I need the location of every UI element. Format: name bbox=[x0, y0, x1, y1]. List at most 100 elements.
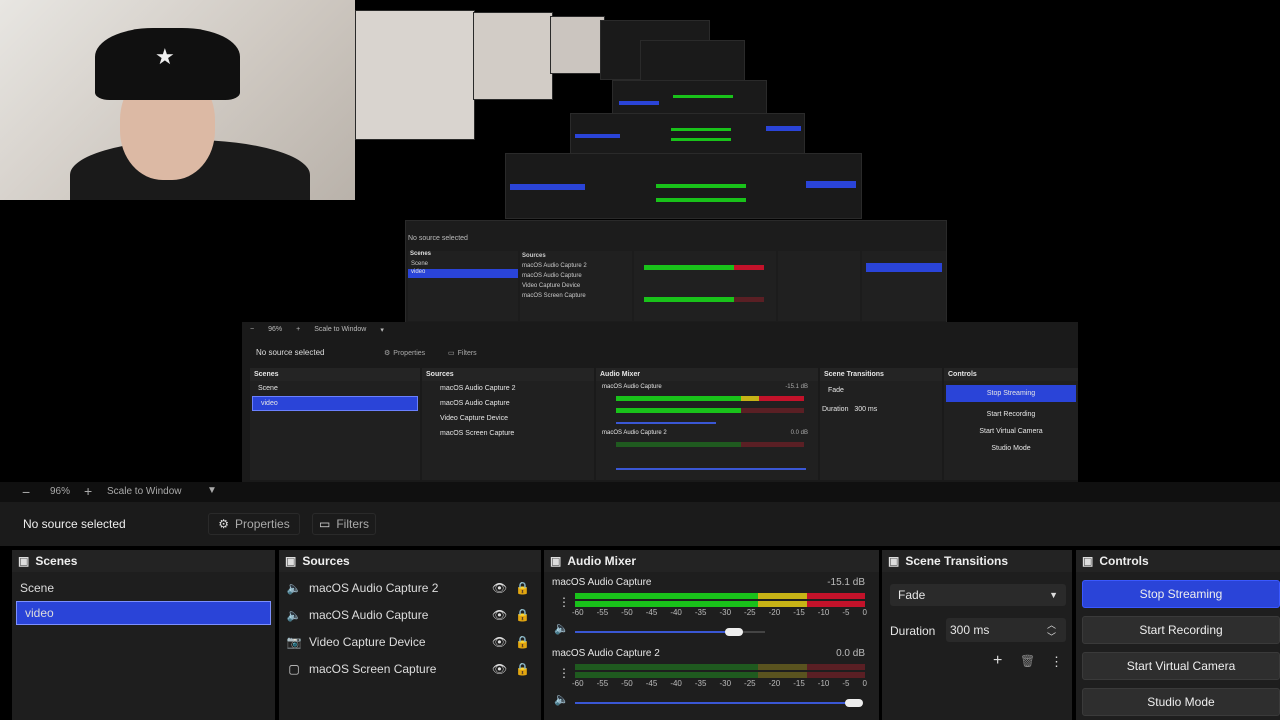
source-row[interactable]: 🔈 macOS Audio Capture 👁 🔒 bbox=[279, 601, 541, 628]
volume-slider-track[interactable] bbox=[575, 631, 735, 633]
eye-icon[interactable]: 👁 bbox=[492, 662, 507, 676]
scale-tick-label: -20 bbox=[768, 679, 781, 688]
chevron-down-icon: ▼ bbox=[1049, 590, 1058, 600]
level-meter bbox=[575, 601, 865, 607]
scale-mode[interactable]: Scale to Window bbox=[107, 486, 181, 497]
context-bar: No source selected ⚙ Properties ▭ Filters bbox=[0, 502, 1280, 546]
level-meter bbox=[575, 672, 865, 678]
lock-icon[interactable]: 🔒 bbox=[515, 635, 530, 649]
audio-mixer-dock: ▣ Audio Mixer macOS Audio Capture -15.1 d… bbox=[544, 550, 879, 720]
scale-tick-label: -5 bbox=[842, 608, 850, 617]
channel-db: 0.0 dB bbox=[836, 648, 865, 659]
sources-dock: ▣ Sources 🔈 macOS Audio Capture 2 👁 🔒 🔈 m… bbox=[279, 550, 541, 720]
chevron-down-icon[interactable]: ﹀ bbox=[1047, 630, 1056, 643]
scale-tick-label: -35 bbox=[694, 679, 707, 688]
duration-value: 300 ms bbox=[950, 623, 990, 637]
echo-frame bbox=[570, 113, 805, 155]
scale-tick-label: -30 bbox=[719, 608, 732, 617]
chevron-down-icon[interactable]: ▼ bbox=[207, 485, 217, 496]
echo-properties-button: ⚙ Properties bbox=[384, 349, 426, 358]
echo-frame bbox=[640, 40, 745, 84]
echo-frame: No source selected Scenes Scene video So… bbox=[405, 220, 947, 323]
eye-icon[interactable]: 👁 bbox=[492, 581, 507, 595]
source-name: macOS Screen Capture bbox=[309, 661, 437, 676]
scale-tick-label: -60 bbox=[572, 608, 584, 617]
scale-tick-label: -30 bbox=[719, 679, 732, 688]
zoom-in-icon[interactable]: + bbox=[84, 483, 92, 499]
scale-tick-label: -55 bbox=[596, 608, 609, 617]
transition-select[interactable]: Fade ▼ bbox=[890, 584, 1066, 606]
filters-label: Filters bbox=[336, 517, 369, 531]
scale-tick-label: -20 bbox=[768, 608, 781, 617]
echo-filters-button: ▭ Filters bbox=[448, 349, 477, 358]
scene-item-selected[interactable]: video bbox=[16, 601, 271, 625]
speaker-icon[interactable]: 🔈 bbox=[554, 692, 569, 706]
level-meter bbox=[575, 593, 865, 599]
dock-icon: ▣ bbox=[888, 554, 900, 568]
trash-icon[interactable]: 🗑 bbox=[1020, 654, 1035, 668]
scale-tick-label: -10 bbox=[817, 608, 830, 617]
echo-mixer-dock: Audio Mixer macOS Audio Capture -15.1 dB… bbox=[596, 368, 818, 480]
stop-streaming-button[interactable]: Stop Streaming bbox=[1082, 580, 1280, 608]
kebab-menu-icon[interactable]: ⋮ bbox=[558, 666, 570, 680]
lock-icon[interactable]: 🔒 bbox=[515, 662, 530, 676]
gear-icon: ⚙ bbox=[218, 517, 230, 531]
volume-slider-track[interactable] bbox=[575, 702, 855, 704]
echo-frame bbox=[550, 16, 605, 74]
scene-item[interactable]: Scene bbox=[12, 574, 275, 601]
scene-transitions-dock: ▣ Scene Transitions Fade ▼ Duration 300 m… bbox=[882, 550, 1072, 720]
properties-button[interactable]: ⚙ Properties bbox=[208, 513, 300, 535]
source-row[interactable]: 🔈 macOS Audio Capture 2 👁 🔒 bbox=[279, 574, 541, 601]
eye-icon[interactable]: 👁 bbox=[492, 608, 507, 622]
eye-icon[interactable]: 👁 bbox=[492, 635, 507, 649]
scale-tick-label: 0 bbox=[862, 608, 867, 617]
dock-icon: ▣ bbox=[18, 554, 30, 568]
channel-name: macOS Audio Capture bbox=[552, 577, 652, 588]
start-recording-button[interactable]: Start Recording bbox=[1082, 616, 1280, 644]
preview-toolbar: − 96% + Scale to Window ▼ bbox=[0, 482, 1280, 502]
studio-mode-button[interactable]: Studio Mode bbox=[1082, 688, 1280, 716]
kebab-menu-icon[interactable]: ⋮ bbox=[558, 595, 570, 609]
transitions-header: ▣ Scene Transitions bbox=[882, 550, 1072, 572]
scale-tick-label: -50 bbox=[621, 679, 633, 688]
scale-tick-label: -35 bbox=[694, 608, 707, 617]
controls-dock: ▣ Controls Stop Streaming Start Recording… bbox=[1076, 550, 1280, 720]
start-virtual-camera-button[interactable]: Start Virtual Camera bbox=[1082, 652, 1280, 680]
scale-tick-label: -10 bbox=[817, 679, 830, 688]
scenes-title: Scenes bbox=[35, 554, 78, 568]
scale-tick-label: -45 bbox=[645, 608, 658, 617]
monitor-icon: ▢ bbox=[288, 661, 300, 676]
scale-tick-label: -15 bbox=[793, 608, 805, 617]
echo-frame bbox=[612, 80, 767, 116]
scale-tick-label: 0 bbox=[862, 679, 867, 688]
source-row[interactable]: ▢ macOS Screen Capture 👁 🔒 bbox=[279, 655, 541, 682]
volume-slider-handle[interactable] bbox=[725, 628, 743, 636]
add-icon[interactable]: + bbox=[993, 652, 1002, 670]
preview-canvas[interactable]: No source selected Scenes Scene video So… bbox=[0, 0, 1280, 482]
zoom-out-icon[interactable]: − bbox=[22, 484, 30, 500]
dock-icon: ▣ bbox=[550, 554, 562, 568]
kebab-menu-icon[interactable]: ⋮ bbox=[1050, 654, 1063, 670]
speaker-icon[interactable]: 🔈 bbox=[554, 621, 569, 635]
duration-label: Duration bbox=[890, 624, 936, 638]
controls-title: Controls bbox=[1099, 554, 1149, 568]
echo-scenes-dock: Scenes Scene video bbox=[250, 368, 420, 480]
mixer-title: Audio Mixer bbox=[567, 554, 637, 568]
duration-spinbox[interactable]: 300 ms ︿ ﹀ bbox=[946, 618, 1066, 642]
zoom-level: 96% bbox=[50, 486, 71, 497]
sources-header: ▣ Sources bbox=[279, 550, 541, 572]
scale-tick-label: -5 bbox=[842, 679, 850, 688]
lock-icon[interactable]: 🔒 bbox=[515, 608, 530, 622]
dock-icon: ▣ bbox=[285, 554, 297, 568]
lock-icon[interactable]: 🔒 bbox=[515, 581, 530, 595]
meter-scale: -60 -55 -50 -45 -40 -35 -30 -25 -20 -15 -10 -5 0 bbox=[572, 679, 867, 688]
echo-sources-dock: Sources macOS Audio Capture 2 macOS Audi… bbox=[422, 368, 594, 480]
volume-slider-handle[interactable] bbox=[845, 699, 863, 707]
scale-tick-label: -60 bbox=[572, 679, 584, 688]
filters-button[interactable]: ▭ Filters bbox=[312, 513, 376, 535]
scale-tick-label: -25 bbox=[744, 679, 756, 688]
echo-controls-dock: Controls Stop Streaming Start Recording … bbox=[944, 368, 1078, 480]
echo-toolbar: −96% + Scale to Window ▾ bbox=[250, 326, 384, 334]
source-row[interactable]: 📷 Video Capture Device 👁 🔒 bbox=[279, 628, 541, 655]
scale-tick-label: -25 bbox=[744, 608, 756, 617]
